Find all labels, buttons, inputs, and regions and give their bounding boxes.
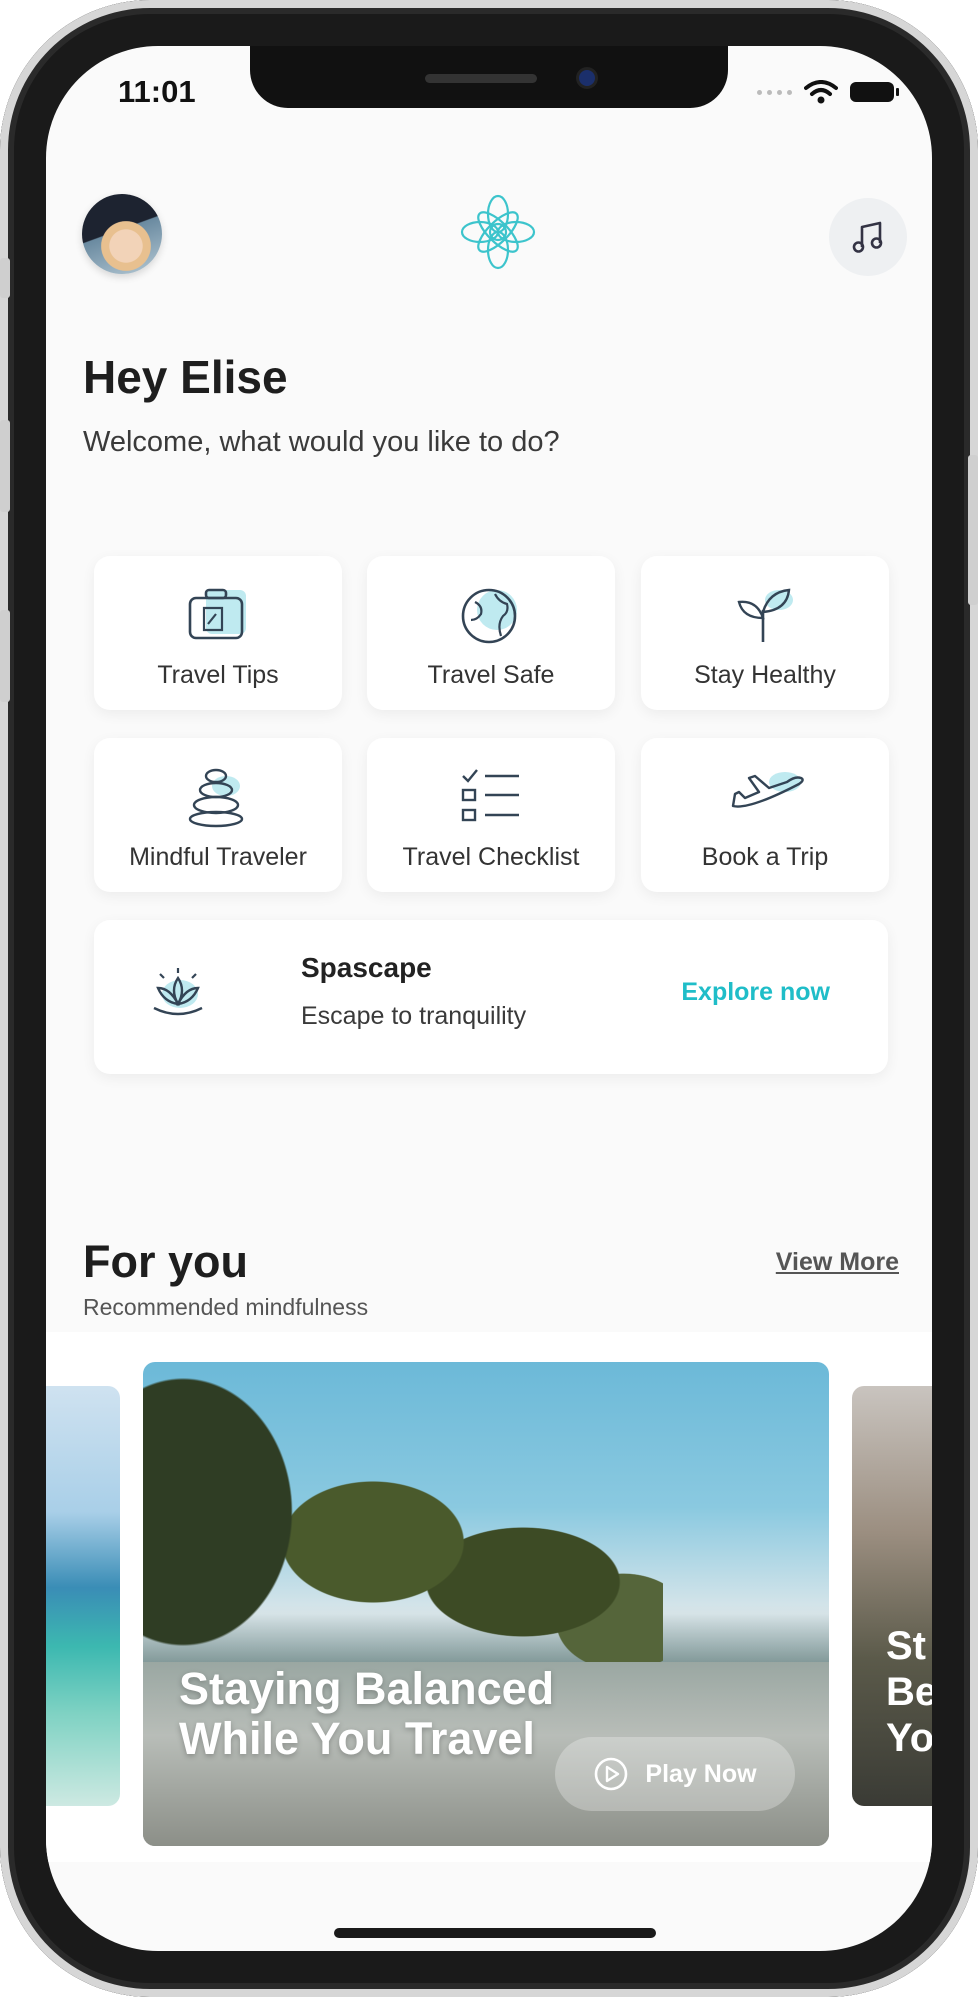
volume-up-button — [0, 420, 10, 512]
for-you-title: For you — [83, 1236, 248, 1287]
explore-now-link[interactable]: Explore now — [681, 978, 830, 1007]
play-now-label: Play Now — [645, 1759, 757, 1788]
greeting-subtitle: Welcome, what would you like to do? — [83, 426, 560, 458]
tile-label: Travel Checklist — [402, 843, 580, 871]
music-note-icon — [852, 221, 883, 253]
tile-mindful-traveler[interactable]: Mindful Traveler — [94, 738, 342, 892]
globe-icon — [461, 588, 517, 644]
tile-book-a-trip[interactable]: Book a Trip — [641, 738, 889, 892]
view-more-link[interactable]: View More — [776, 1248, 899, 1277]
next-card[interactable]: St Be Yo — [852, 1386, 932, 1806]
sprout-icon — [737, 588, 793, 642]
signal-dots-icon — [757, 89, 792, 95]
mandala-logo-icon — [460, 194, 536, 270]
next-card-title: St Be Yo — [886, 1624, 932, 1760]
avatar[interactable] — [82, 194, 162, 274]
greeting-title: Hey Elise — [83, 351, 288, 403]
home-indicator[interactable] — [334, 1928, 656, 1938]
front-camera — [579, 70, 595, 86]
earpiece-speaker — [425, 74, 537, 83]
tile-label: Book a Trip — [701, 843, 829, 871]
power-button — [968, 455, 978, 605]
stacked-stones-icon — [188, 768, 244, 828]
play-now-button[interactable]: Play Now — [555, 1737, 795, 1811]
battery-icon — [850, 82, 899, 102]
tile-travel-safe[interactable]: Travel Safe — [367, 556, 615, 710]
app-screen: 11:01 Hey Elise Welcome, what would you — [46, 46, 932, 1951]
tile-label: Mindful Traveler — [129, 843, 307, 871]
mute-switch — [0, 258, 10, 298]
checklist-icon — [461, 769, 519, 822]
for-you-subtitle: Recommended mindfulness — [83, 1294, 369, 1320]
recommendation-carousel[interactable]: Staying Balanced While You Travel Play N… — [46, 1332, 932, 1862]
tile-label: Travel Tips — [157, 661, 279, 689]
play-icon — [595, 1757, 628, 1791]
music-button[interactable] — [829, 198, 907, 276]
featured-card[interactable]: Staying Balanced While You Travel Play N… — [143, 1362, 829, 1846]
tile-label: Travel Safe — [427, 661, 555, 689]
spascape-subtitle: Escape to tranquility — [301, 1002, 527, 1030]
volume-down-button — [0, 610, 10, 702]
previous-card[interactable] — [46, 1386, 120, 1806]
notch — [250, 46, 728, 108]
wifi-icon — [804, 80, 838, 104]
status-icons — [757, 80, 899, 104]
spascape-card[interactable]: Spascape Escape to tranquility Explore n… — [94, 920, 888, 1074]
tile-label: Stay Healthy — [694, 661, 836, 689]
featured-card-title: Staying Balanced While You Travel — [179, 1663, 555, 1764]
tile-travel-checklist[interactable]: Travel Checklist — [367, 738, 615, 892]
suitcase-icon — [188, 588, 246, 640]
tile-travel-tips[interactable]: Travel Tips — [94, 556, 342, 710]
airplane-icon — [731, 772, 804, 808]
lotus-icon — [153, 968, 203, 1016]
spascape-title: Spascape — [301, 952, 432, 983]
status-time: 11:01 — [118, 74, 196, 109]
tile-stay-healthy[interactable]: Stay Healthy — [641, 556, 889, 710]
